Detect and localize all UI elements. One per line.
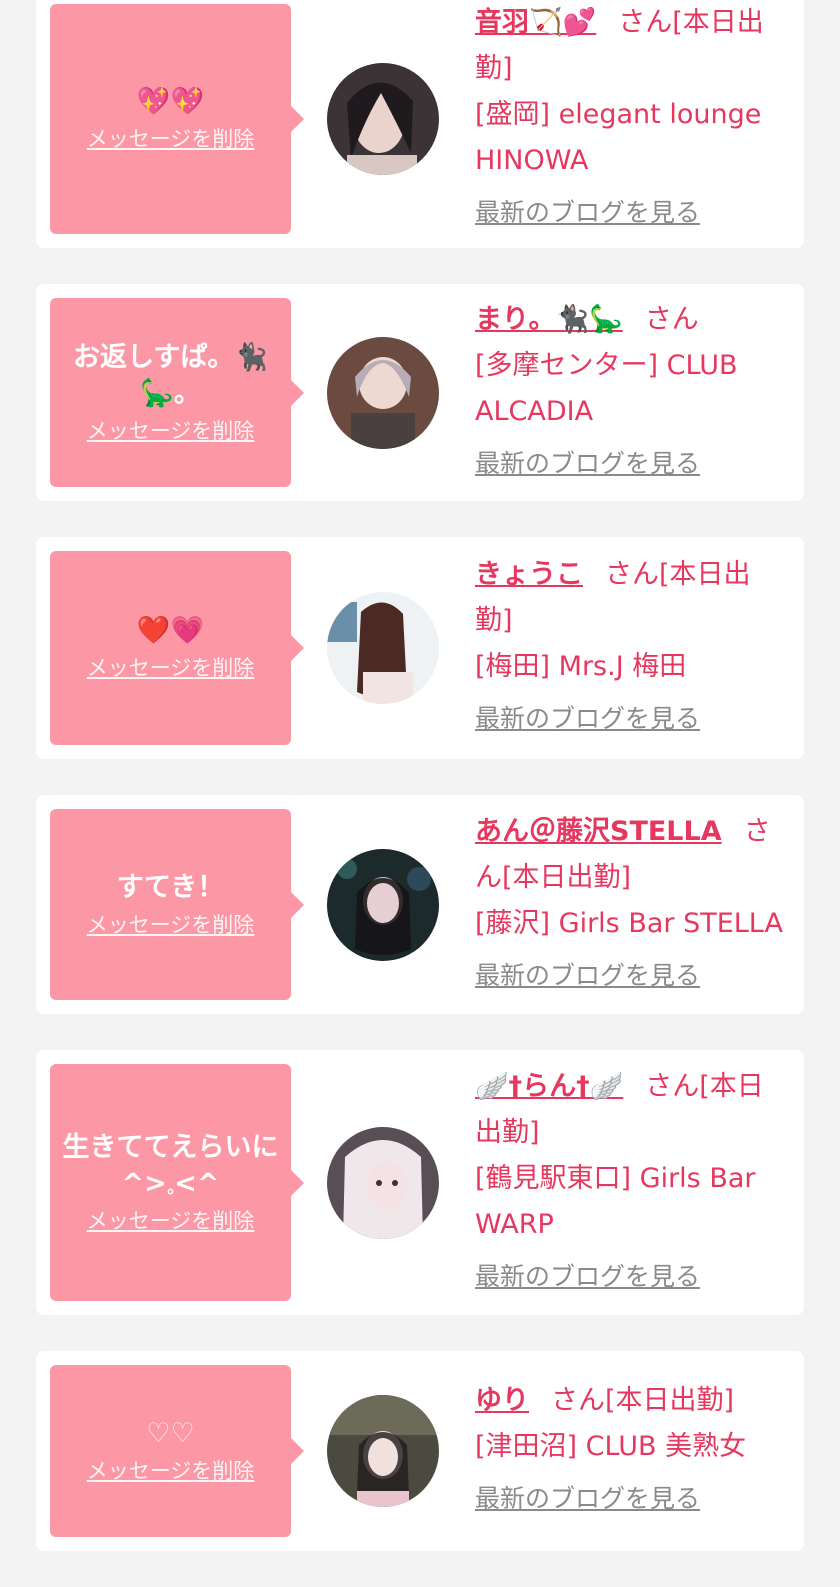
message-card: ♡♡ メッセージを削除 ゆり さん[本日出勤] [津田沼] CLUB 美熟女 最新… — [36, 1351, 804, 1551]
message-bubble: ❤️💗 メッセージを削除 — [50, 551, 304, 745]
message-text: お返しすぱ。🐈‍⬛🦕。 — [72, 341, 269, 409]
delete-message-link[interactable]: メッセージを削除 — [87, 910, 255, 940]
cast-name-link[interactable]: ゆり — [475, 1385, 529, 1416]
latest-blog-link[interactable]: 最新のブログを見る — [475, 190, 700, 236]
message-bubble: ♡♡ メッセージを削除 — [50, 1365, 304, 1537]
cast-info: あん＠藤沢STELLA さん[本日出勤] [藤沢] Girls Bar STELL… — [475, 797, 804, 1013]
avatar[interactable] — [327, 336, 439, 449]
avatar[interactable] — [327, 592, 439, 704]
cast-name-link[interactable]: まり。🐈‍⬛🦕 — [475, 304, 623, 335]
avatar-photo-icon — [327, 336, 439, 449]
cast-name-link[interactable]: きょうこ — [475, 559, 583, 590]
message-text: 生きててえらいに^>𓈒<^ — [62, 1131, 279, 1199]
cast-info: 🪽†らん†🪽 さん[本日出勤] [鶴見駅東口] Girls Bar WARP 最新… — [475, 1052, 804, 1314]
message-bubble: 💖💖 メッセージを削除 — [50, 4, 304, 234]
delete-message-link[interactable]: メッセージを削除 — [87, 416, 255, 446]
latest-blog-link[interactable]: 最新のブログを見る — [475, 1476, 700, 1522]
latest-blog-link[interactable]: 最新のブログを見る — [475, 953, 700, 999]
cast-name-link[interactable]: 音羽🏹💕 — [475, 7, 596, 38]
cast-status: さん[本日出勤] — [551, 1385, 735, 1416]
cast-info: 音羽🏹💕 さん[本日出勤] [盛岡] elegant lounge HINOWA … — [475, 0, 804, 250]
delete-message-link[interactable]: メッセージを削除 — [87, 653, 255, 683]
message-card: 生きててえらいに^>𓈒<^ メッセージを削除 🪽†らん†🪽 さん[本日出勤] [鶴… — [36, 1050, 804, 1315]
latest-blog-link[interactable]: 最新のブログを見る — [475, 1254, 700, 1300]
shop-name: [藤沢] Girls Bar STELLA — [475, 907, 783, 939]
cast-status: さん — [644, 303, 699, 335]
message-card: 💖💖 メッセージを削除 音羽🏹💕 さん[本日出勤] [盛岡] elegant lo… — [36, 0, 804, 248]
avatar[interactable] — [327, 1126, 439, 1239]
shop-name: [鶴見駅東口] Girls Bar WARP — [475, 1162, 756, 1240]
avatar-photo-icon — [327, 848, 439, 961]
delete-message-link[interactable]: メッセージを削除 — [87, 124, 255, 154]
message-bubble: すてき！ メッセージを削除 — [50, 809, 304, 1000]
shop-name: [津田沼] CLUB 美熟女 — [475, 1431, 747, 1462]
shop-name: [盛岡] elegant lounge HINOWA — [475, 99, 762, 176]
message-text: 💖💖 — [136, 86, 205, 117]
message-bubble: 生きててえらいに^>𓈒<^ メッセージを削除 — [50, 1064, 304, 1301]
message-text: ❤️💗 — [136, 615, 205, 646]
message-list: 💖💖 メッセージを削除 音羽🏹💕 さん[本日出勤] [盛岡] elegant lo… — [0, 0, 840, 1587]
shop-name: [多摩センター] CLUB ALCADIA — [475, 349, 738, 427]
delete-message-link[interactable]: メッセージを削除 — [87, 1456, 255, 1486]
message-text: すてき！ — [116, 871, 225, 903]
delete-message-link[interactable]: メッセージを削除 — [87, 1206, 255, 1236]
message-text: ♡♡ — [146, 1418, 195, 1449]
cast-info: きょうこ さん[本日出勤] [梅田] Mrs.J 梅田 最新のブログを見る — [475, 540, 804, 756]
avatar[interactable] — [327, 1395, 439, 1507]
cast-name-link[interactable]: 🪽†らん†🪽 — [475, 1071, 623, 1102]
cast-info: まり。🐈‍⬛🦕 さん [多摩センター] CLUB ALCADIA 最新のブログを見… — [475, 285, 804, 501]
cast-name-link[interactable]: あん＠藤沢STELLA — [475, 816, 722, 847]
avatar-photo-icon — [327, 1395, 439, 1507]
latest-blog-link[interactable]: 最新のブログを見る — [475, 696, 700, 742]
cast-info: ゆり さん[本日出勤] [津田沼] CLUB 美熟女 最新のブログを見る — [475, 1366, 762, 1536]
message-card: お返しすぱ。🐈‍⬛🦕。 メッセージを削除 まり。🐈‍⬛🦕 さん [多摩センター] … — [36, 284, 804, 501]
avatar-photo-icon — [327, 592, 439, 704]
message-card: すてき！ メッセージを削除 あん＠藤沢STELLA さん[本日出勤] [藤沢] G… — [36, 795, 804, 1014]
avatar-photo-icon — [327, 63, 439, 175]
avatar[interactable] — [327, 848, 439, 961]
avatar[interactable] — [327, 63, 439, 175]
latest-blog-link[interactable]: 最新のブログを見る — [475, 441, 700, 487]
shop-name: [梅田] Mrs.J 梅田 — [475, 651, 687, 682]
message-card: ❤️💗 メッセージを削除 きょうこ さん[本日出勤] [梅田] Mrs.J 梅田 … — [36, 537, 804, 759]
message-bubble: お返しすぱ。🐈‍⬛🦕。 メッセージを削除 — [50, 298, 304, 487]
avatar-photo-icon — [327, 1126, 439, 1239]
